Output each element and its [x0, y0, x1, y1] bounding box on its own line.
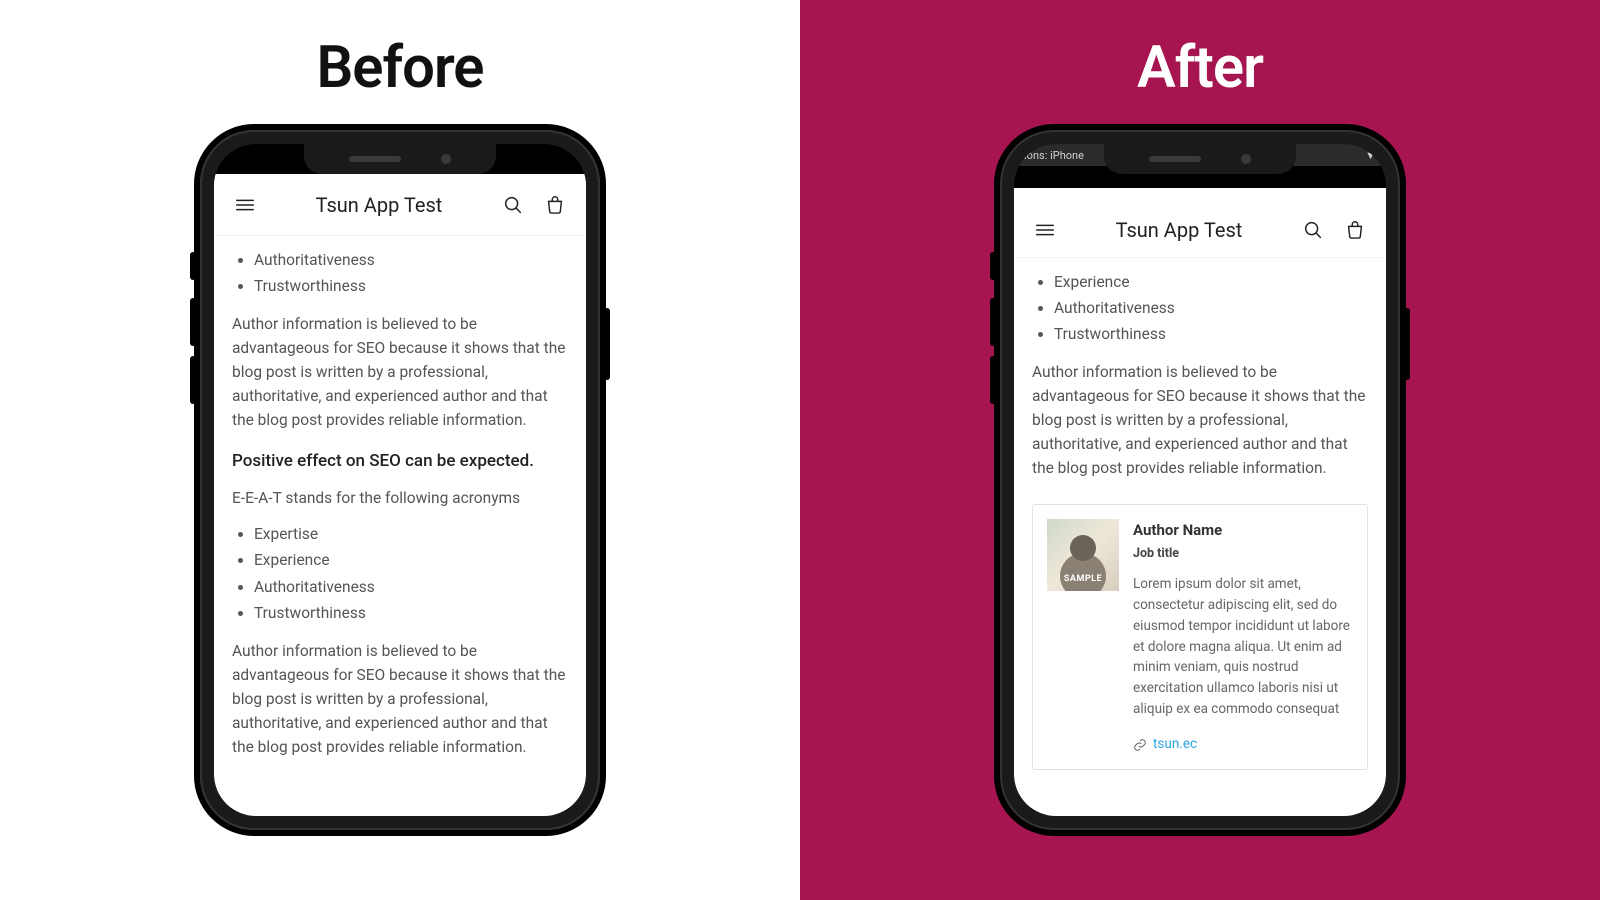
- app-title: Tsun App Test: [316, 193, 443, 217]
- list-item: Experience: [254, 548, 568, 572]
- devtools-device-label: ions: iPhone: [1024, 149, 1084, 162]
- app-header: Tsun App Test: [214, 174, 586, 236]
- sample-badge: SAMPLE: [1064, 573, 1102, 591]
- phone-notch: [1104, 144, 1296, 174]
- after-label: After: [1137, 34, 1263, 102]
- acronym-line: E-E-A-T stands for the following acronym…: [232, 486, 568, 510]
- author-name: Author Name: [1133, 519, 1353, 542]
- phone-notch: [304, 144, 496, 174]
- subheading: Positive effect on SEO can be expected.: [232, 448, 568, 474]
- list-item: Authoritativeness: [254, 575, 568, 599]
- link-icon: [1133, 738, 1147, 752]
- author-photo: SAMPLE: [1047, 519, 1119, 591]
- paragraph: Author information is believed to be adv…: [232, 312, 568, 432]
- before-label: Before: [316, 34, 483, 102]
- phone-mockup-before: Tsun App Test: [200, 130, 600, 830]
- article-body-after: Experience Authoritativeness Trustworthi…: [1014, 258, 1386, 790]
- list-item: Authoritativeness: [1054, 296, 1368, 320]
- author-link-text: tsun.ec: [1153, 734, 1197, 755]
- author-link[interactable]: tsun.ec: [1133, 734, 1353, 755]
- cart-icon[interactable]: [542, 192, 568, 218]
- bullet-list: Expertise Experience Authoritativeness T…: [232, 522, 568, 624]
- list-item: Authoritativeness: [254, 248, 568, 272]
- paragraph: Author information is believed to be adv…: [232, 639, 568, 759]
- list-item: Expertise: [254, 522, 568, 546]
- app-header: Tsun App Test: [1014, 188, 1386, 258]
- author-card: SAMPLE Author Name Job title Lorem ipsum…: [1032, 504, 1368, 770]
- list-item: Trustworthiness: [254, 274, 568, 298]
- list-item: Trustworthiness: [1054, 322, 1368, 346]
- paragraph: Author information is believed to be adv…: [1032, 360, 1368, 480]
- search-icon[interactable]: [500, 192, 526, 218]
- list-item: Trustworthiness: [254, 601, 568, 625]
- hamburger-menu-icon[interactable]: [232, 192, 258, 218]
- bullet-list: Experience Authoritativeness Trustworthi…: [1032, 270, 1368, 346]
- app-title: Tsun App Test: [1116, 218, 1243, 242]
- after-panel: After ions: iPhone ▼: [800, 0, 1600, 900]
- dropdown-icon[interactable]: ▼: [1365, 149, 1376, 162]
- author-bio: Lorem ipsum dolor sit amet, consectetur …: [1133, 574, 1353, 720]
- hamburger-menu-icon[interactable]: [1032, 217, 1058, 243]
- bullet-list: Authoritativeness Trustworthiness: [232, 248, 568, 298]
- article-body-before: Authoritativeness Trustworthiness Author…: [214, 236, 586, 791]
- search-icon[interactable]: [1300, 217, 1326, 243]
- before-panel: Before Tsun App Test: [0, 0, 800, 900]
- list-item: Experience: [1054, 270, 1368, 294]
- cart-icon[interactable]: [1342, 217, 1368, 243]
- phone-mockup-after: ions: iPhone ▼ Tsun App Test: [1000, 130, 1400, 830]
- author-job-title: Job title: [1133, 544, 1353, 563]
- before-after-comparison: Before Tsun App Test: [0, 0, 1600, 900]
